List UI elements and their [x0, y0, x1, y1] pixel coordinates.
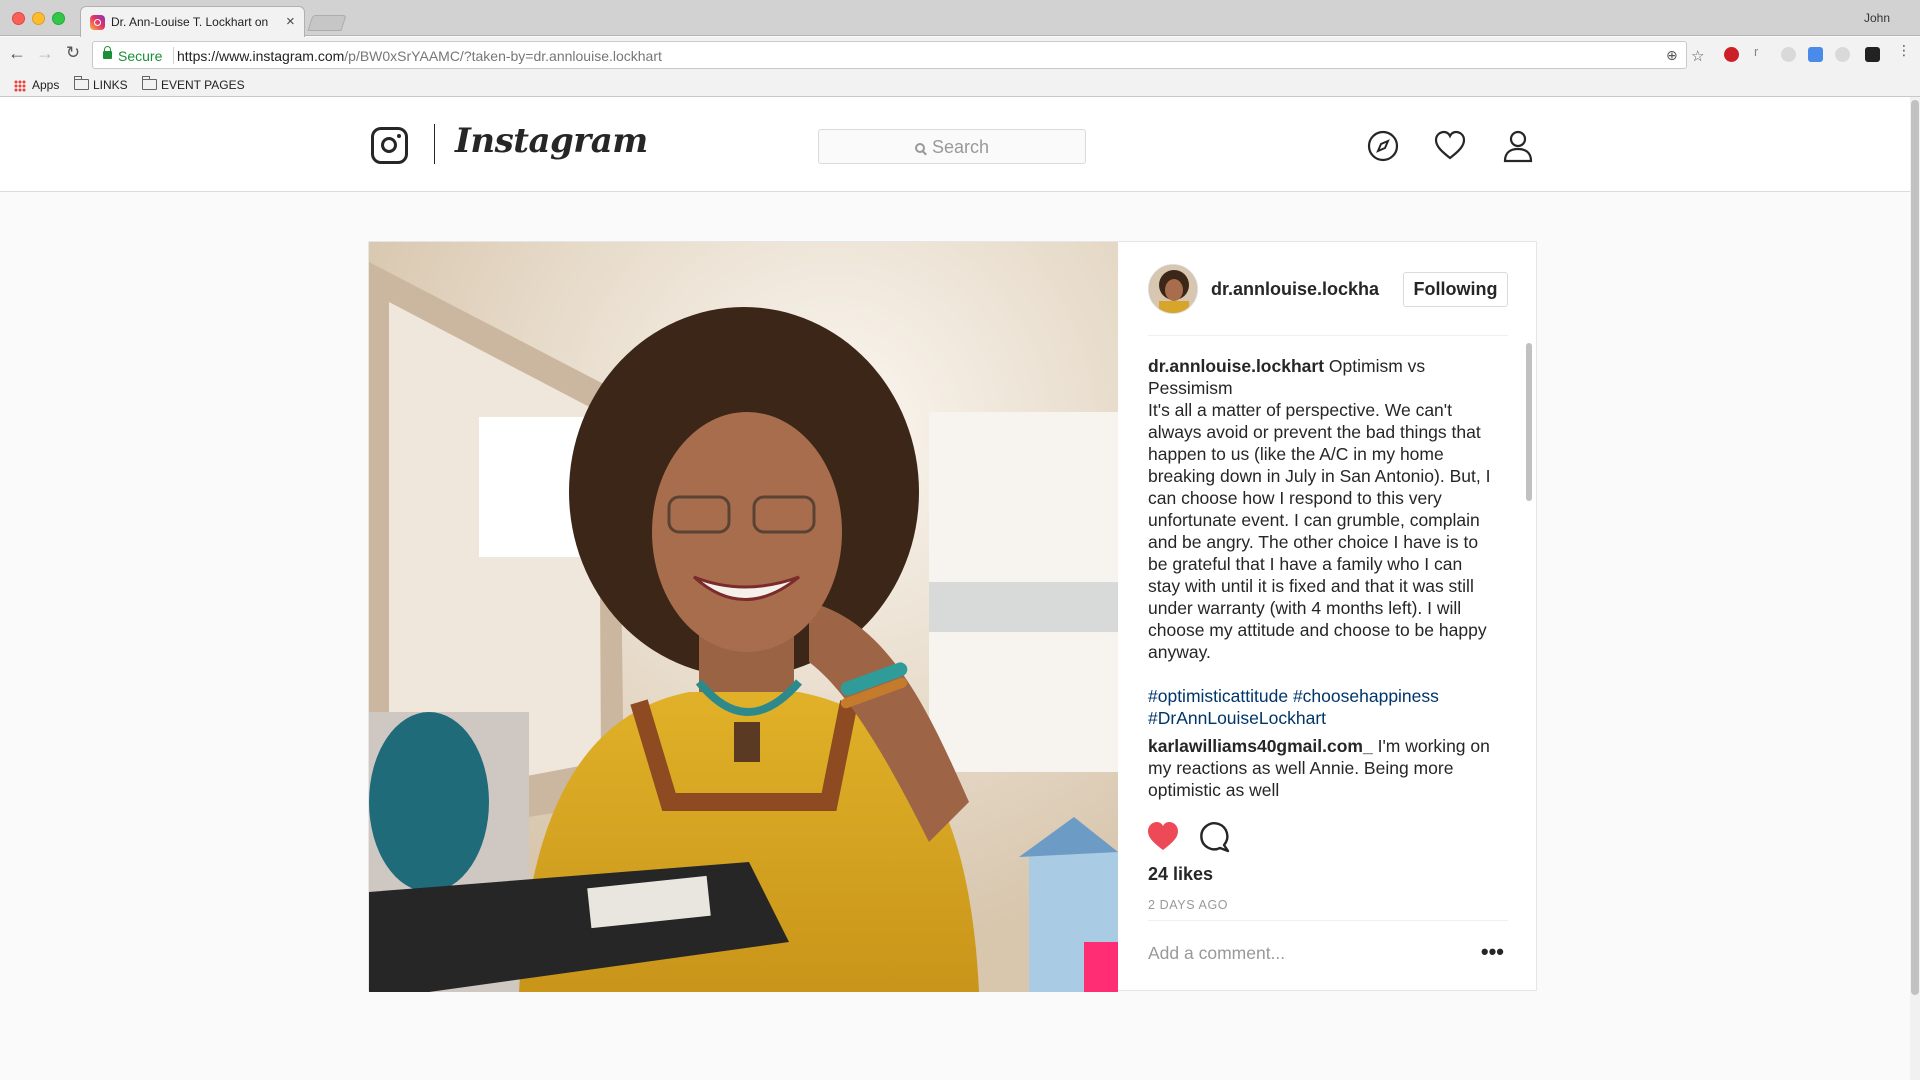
close-tab-icon[interactable]: ×: [286, 13, 295, 30]
post-author-header: dr.annlouise.lockha Following: [1148, 264, 1508, 336]
instagram-header: Instagram Search: [0, 97, 1910, 192]
instagram-wordmark[interactable]: Instagram: [455, 121, 648, 161]
pinterest-extension-icon[interactable]: [1724, 47, 1739, 62]
more-options-icon[interactable]: •••: [1481, 939, 1504, 965]
minimize-window-button[interactable]: [32, 12, 45, 25]
caption-hashtags: #optimisticattitude #choosehappiness #Dr…: [1148, 685, 1498, 729]
page-scrollbar-thumb[interactable]: [1911, 100, 1919, 995]
back-arrow-icon[interactable]: ←: [6, 43, 28, 64]
bookmark-event-pages-label: EVENT PAGES: [161, 78, 245, 92]
compass-icon[interactable]: [1366, 129, 1400, 163]
browser-profile-name[interactable]: John: [1864, 11, 1890, 25]
post-sidebar: dr.annlouise.lockha Following dr.annloui…: [1118, 242, 1538, 992]
search-input[interactable]: Search: [818, 129, 1086, 164]
lock-icon: [103, 46, 112, 59]
url-path: /p/BW0xSrYAAMC/?taken-by=dr.annlouise.lo…: [344, 48, 662, 64]
post-card: dr.annlouise.lockha Following dr.annloui…: [368, 241, 1538, 992]
apps-grid-icon[interactable]: [14, 80, 26, 92]
url-host: https://www.instagram.com: [177, 48, 345, 64]
zoom-window-button[interactable]: [52, 12, 65, 25]
following-button[interactable]: Following: [1403, 272, 1508, 307]
caption-username[interactable]: dr.annlouise.lockhart: [1148, 356, 1324, 376]
bookmark-apps[interactable]: Apps: [32, 78, 59, 92]
hashtag-link[interactable]: #optimisticattitude: [1148, 686, 1288, 706]
extension-feather-2-icon[interactable]: [1835, 47, 1850, 62]
like-heart-icon[interactable]: [1146, 820, 1180, 854]
caption: dr.annlouise.lockhart Optimism vs Pessim…: [1148, 355, 1498, 663]
address-bar[interactable]: Secure https://www.instagram.com/p/BW0xS…: [92, 41, 1704, 69]
bookmark-event-pages[interactable]: EVENT PAGES: [142, 76, 245, 92]
reload-icon[interactable]: ↻: [62, 43, 84, 63]
forward-arrow-icon[interactable]: →: [34, 43, 56, 64]
bookmarks-bar: Apps LINKS EVENT PAGES: [0, 73, 1920, 97]
add-comment-input[interactable]: [1148, 943, 1458, 964]
hashtag-link[interactable]: #choosehappiness: [1293, 686, 1439, 706]
extension-blue-icon[interactable]: [1808, 47, 1823, 62]
address-divider: [173, 47, 174, 64]
logo-divider: [434, 124, 435, 164]
new-tab-button[interactable]: [307, 15, 347, 31]
bookmark-links[interactable]: LINKS: [74, 76, 128, 92]
selfie-photo-illustration: [369, 242, 1118, 992]
comment-item: karlawilliams40gmail.com_ I'm working on…: [1148, 735, 1498, 801]
bookmark-star-icon[interactable]: ☆: [1691, 47, 1704, 65]
author-username[interactable]: dr.annlouise.lockha: [1211, 279, 1381, 300]
add-comment-row: •••: [1148, 920, 1508, 992]
url-text[interactable]: https://www.instagram.com/p/BW0xSrYAAMC/…: [177, 48, 662, 64]
browser-tab[interactable]: Dr. Ann-Louise T. Lockhart on ×: [80, 6, 305, 37]
folder-icon: [142, 76, 157, 90]
instagram-logo-icon[interactable]: [371, 127, 408, 164]
instagram-favicon-icon: [90, 15, 105, 30]
comment-icon[interactable]: [1198, 820, 1232, 854]
comments-scroll-area[interactable]: dr.annlouise.lockhart Optimism vs Pessim…: [1148, 355, 1516, 807]
profile-icon[interactable]: [1501, 129, 1535, 163]
tab-title: Dr. Ann-Louise T. Lockhart on: [111, 15, 269, 29]
zoom-icon[interactable]: ⊕: [1666, 47, 1678, 64]
avatar[interactable]: [1148, 264, 1198, 314]
extension-owl-icon[interactable]: [1865, 47, 1880, 62]
search-icon: [914, 143, 925, 153]
caption-body: It's all a matter of perspective. We can…: [1148, 400, 1491, 662]
comment-username[interactable]: karlawilliams40gmail.com_: [1148, 736, 1373, 756]
comments-scrollbar[interactable]: [1526, 343, 1532, 501]
extension-r-icon[interactable]: r: [1754, 44, 1769, 59]
browser-menu-icon[interactable]: ⋮: [1897, 42, 1912, 58]
extension-feather-icon[interactable]: [1781, 47, 1796, 62]
browser-toolbar: ← → ↻ Secure https://www.instagram.com/p…: [0, 37, 1920, 73]
secure-label: Secure: [118, 48, 163, 64]
close-window-button[interactable]: [12, 12, 25, 25]
avatar-image: [1149, 265, 1197, 313]
heart-icon[interactable]: [1433, 129, 1467, 163]
search-placeholder: Search: [931, 137, 990, 157]
hashtag-link[interactable]: #DrAnnLouiseLockhart: [1148, 708, 1326, 728]
bookmark-links-label: LINKS: [93, 78, 128, 92]
likes-count[interactable]: 24 likes: [1148, 864, 1213, 885]
post-timestamp: 2 DAYS AGO: [1148, 898, 1229, 912]
browser-titlebar: Dr. Ann-Louise T. Lockhart on × John: [0, 0, 1920, 37]
folder-icon: [74, 76, 89, 90]
post-photo[interactable]: [369, 242, 1118, 992]
